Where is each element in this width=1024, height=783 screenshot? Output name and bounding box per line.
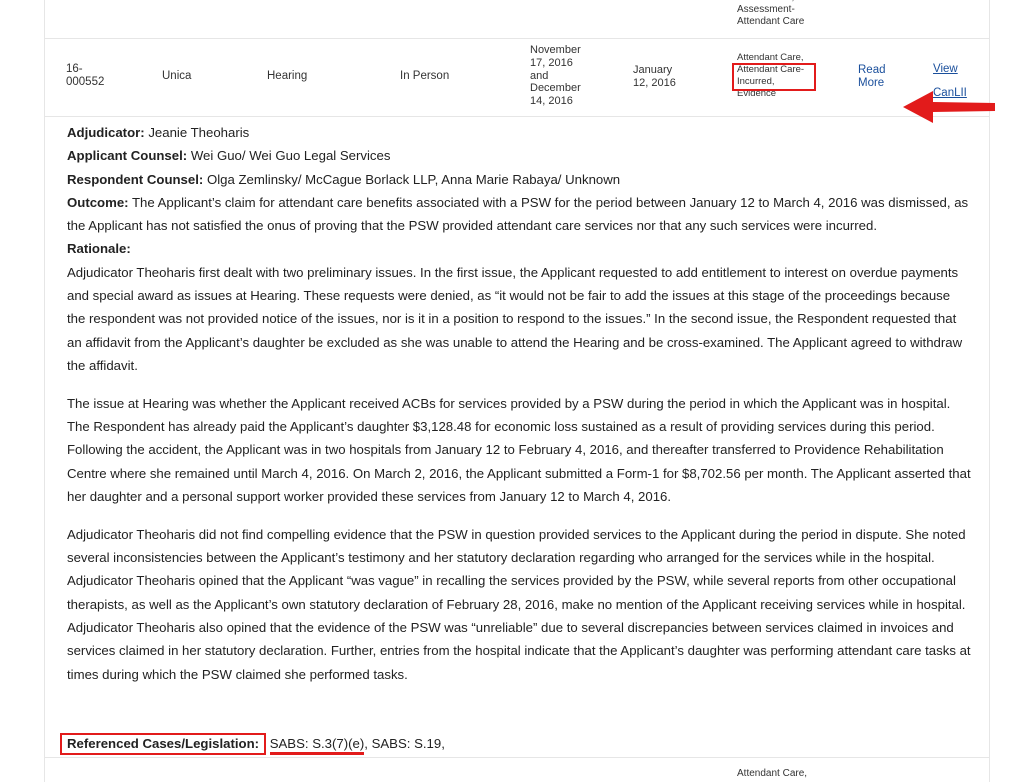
ref-separator: , [364, 736, 372, 751]
next-table-row: Attendant Care, [45, 757, 989, 783]
respondent-counsel-line: Respondent Counsel: Olga Zemlinsky/ McCa… [67, 171, 621, 187]
rationale-paragraph-3: Adjudicator Theoharis did not find compe… [67, 526, 971, 682]
legislation-link[interactable]: SABS: S.3(7)(e) [269, 736, 365, 755]
file-number: 16- 000552 [66, 63, 105, 88]
adjudicator-line: Adjudicator: Jeanie Theoharis [67, 125, 250, 140]
previous-table-row: Assessment, Assessment- Attendant Care [45, 0, 989, 39]
read-more-link[interactable]: Read More [858, 64, 898, 90]
rationale-heading: Rationale: [67, 241, 131, 257]
decision-type: Hearing [267, 70, 308, 82]
next-row-issues: Attendant Care, [737, 768, 808, 779]
hearing-format: In Person [400, 70, 450, 82]
applicant-counsel-line: Applicant Counsel: Wei Guo/ Wei Guo Lega… [67, 148, 391, 164]
legislation-ref: SABS: S.19, [371, 736, 445, 751]
decision-summary: Adjudicator: Jeanie Theoharis Applicant … [67, 121, 972, 686]
hearing-dates: November 17, 2016 and December 14, 2016 [530, 44, 581, 108]
referenced-label: Referenced Cases/Legislation: [60, 733, 267, 755]
issues-highlight-box [732, 63, 816, 91]
referenced-legislation: Referenced Cases/Legislation: SABS: S.3(… [60, 733, 445, 755]
decision-table: Assessment, Assessment- Attendant Care 1… [44, 0, 995, 783]
previous-row-issues: Assessment, Assessment- Attendant Care [737, 0, 805, 27]
accident-date: January 12, 2016 [633, 64, 676, 89]
table-row: 16- 000552 Unica Hearing In Person Novem… [45, 39, 995, 123]
rationale-paragraph-2: The issue at Hearing was whether the App… [67, 395, 971, 504]
outcome-paragraph: Outcome: The Applicant’s claim for atten… [67, 194, 969, 234]
insurer: Unica [162, 70, 192, 82]
arrow-left-icon [903, 91, 995, 123]
rationale-paragraph-1: Adjudicator Theoharis first dealt with t… [67, 264, 963, 373]
